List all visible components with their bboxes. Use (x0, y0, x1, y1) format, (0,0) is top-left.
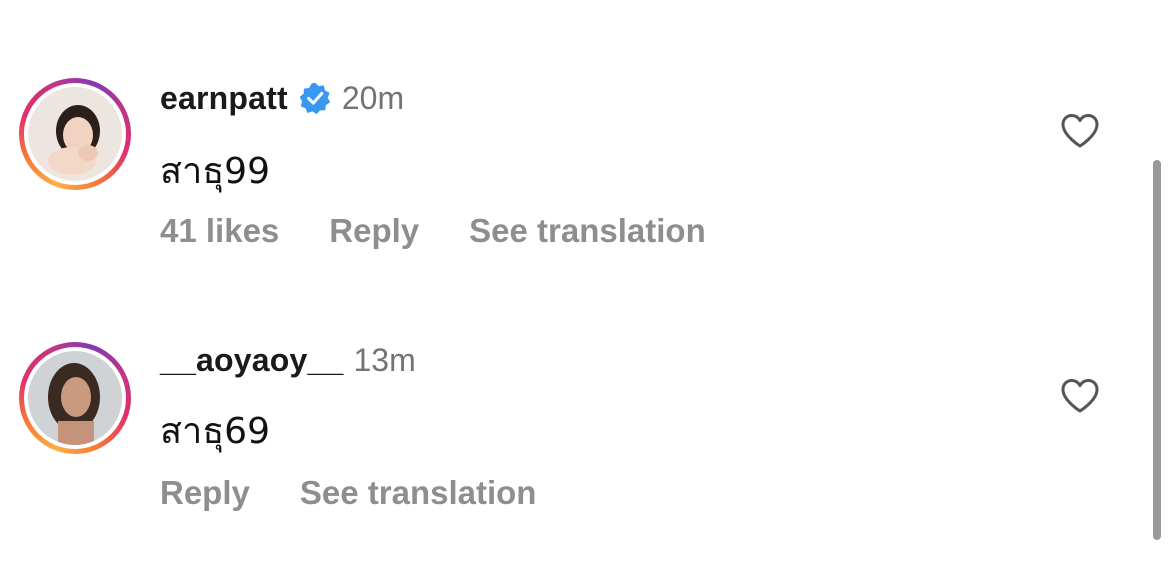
see-translation-button[interactable]: See translation (300, 474, 537, 512)
avatar[interactable] (19, 342, 131, 454)
comment-text: สาธุ69 (160, 411, 270, 452)
comment-actions: 41 likes Reply See translation (160, 212, 706, 250)
heart-icon[interactable] (1060, 378, 1100, 414)
reply-button[interactable]: Reply (329, 212, 419, 250)
scrollbar[interactable] (1153, 160, 1161, 540)
comment-item: __aoyaoy__ 13m สาธุ69 Reply See translat… (0, 0, 1140, 511)
see-translation-button[interactable]: See translation (469, 212, 706, 250)
reply-button[interactable]: Reply (160, 474, 250, 512)
comment-time: 13m (353, 341, 416, 378)
likes-count[interactable]: 41 likes (160, 212, 279, 250)
avatar-image (28, 351, 122, 445)
comment-actions: Reply See translation (160, 474, 536, 512)
username[interactable]: __aoyaoy__ (160, 342, 343, 379)
comments-panel: earnpatt 20m สาธุ99 41 likes Reply See t… (0, 0, 1170, 582)
